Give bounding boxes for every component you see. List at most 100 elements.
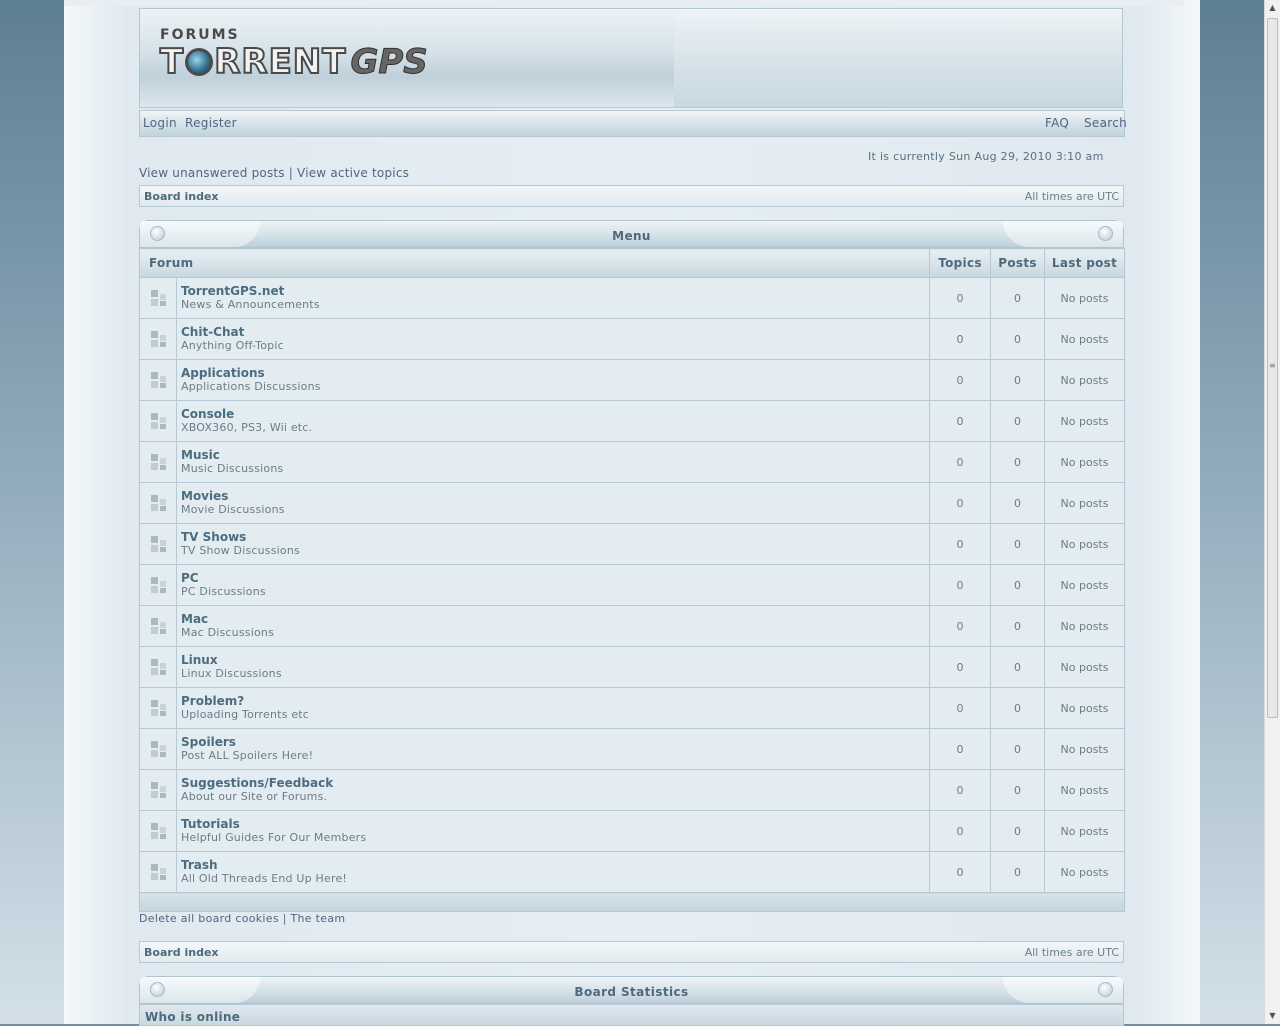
forum-info: Linux Linux Discussions bbox=[176, 646, 930, 688]
site-header: FORUMS T RRENT GPS bbox=[139, 8, 1123, 108]
forum-row: Mac Mac Discussions 0 0 No posts bbox=[139, 605, 1125, 647]
forum-posts-count: 0 bbox=[990, 400, 1045, 442]
forum-posts-count: 0 bbox=[990, 564, 1045, 606]
timezone-note-bottom: All times are UTC bbox=[1024, 946, 1119, 959]
board-index-link-bottom[interactable]: Board index bbox=[144, 946, 219, 959]
forum-title-link[interactable]: PC bbox=[181, 571, 929, 585]
forum-info: TorrentGPS.net News & Announcements bbox=[176, 277, 930, 319]
col-last-post: Last post bbox=[1044, 248, 1125, 278]
forum-topics-count: 0 bbox=[929, 400, 991, 442]
forum-title-link[interactable]: Mac bbox=[181, 612, 929, 626]
forum-read-icon bbox=[151, 577, 167, 593]
forum-title-link[interactable]: TV Shows bbox=[181, 530, 929, 544]
forum-description: Helpful Guides For Our Members bbox=[181, 831, 367, 844]
forum-icon-cell bbox=[139, 646, 177, 688]
quicklinks-separator: | bbox=[288, 166, 294, 180]
forum-last-post: No posts bbox=[1044, 441, 1125, 483]
forum-info: Mac Mac Discussions bbox=[176, 605, 930, 647]
unanswered-posts-link[interactable]: View unanswered posts bbox=[139, 166, 285, 180]
forum-info: Tutorials Helpful Guides For Our Members bbox=[176, 810, 930, 852]
forum-description: News & Announcements bbox=[181, 298, 320, 311]
forum-title-link[interactable]: Problem? bbox=[181, 694, 929, 708]
forum-info: Problem? Uploading Torrents etc bbox=[176, 687, 930, 729]
forum-last-post: No posts bbox=[1044, 687, 1125, 729]
forum-icon-cell bbox=[139, 605, 177, 647]
stats-header: Board Statistics bbox=[139, 976, 1124, 1004]
forum-info: TV Shows TV Show Discussions bbox=[176, 523, 930, 565]
forum-title-link[interactable]: Trash bbox=[181, 858, 929, 872]
register-link[interactable]: Register bbox=[185, 116, 237, 130]
scrollbar-thumb[interactable]: ≡ bbox=[1267, 18, 1278, 718]
faq-link[interactable]: FAQ bbox=[1045, 116, 1069, 130]
table-footer-bar bbox=[139, 892, 1125, 912]
forum-info: Music Music Discussions bbox=[176, 441, 930, 483]
forum-last-post: No posts bbox=[1044, 851, 1125, 893]
forum-icon-cell bbox=[139, 523, 177, 565]
search-link[interactable]: Search bbox=[1084, 116, 1127, 130]
forum-row: Console XBOX360, PS3, Wii etc. 0 0 No posts bbox=[139, 400, 1125, 442]
forum-info: Suggestions/Feedback About our Site or Fo… bbox=[176, 769, 930, 811]
timezone-note: All times are UTC bbox=[1024, 190, 1119, 203]
scroll-up-icon[interactable]: ▲ bbox=[1266, 0, 1279, 16]
forum-description: PC Discussions bbox=[181, 585, 266, 598]
forum-title-link[interactable]: Spoilers bbox=[181, 735, 929, 749]
header-banner bbox=[674, 9, 1122, 107]
forum-row: Suggestions/Feedback About our Site or Fo… bbox=[139, 769, 1125, 811]
forum-topics-count: 0 bbox=[929, 851, 991, 893]
forum-icon-cell bbox=[139, 441, 177, 483]
delete-cookies-link[interactable]: Delete all board cookies bbox=[139, 912, 279, 925]
forum-row: TorrentGPS.net News & Announcements 0 0 No p… bbox=[139, 277, 1125, 319]
forum-topics-count: 0 bbox=[929, 769, 991, 811]
scroll-down-icon[interactable]: ▼ bbox=[1266, 1008, 1279, 1024]
breadcrumb: Board index All times are UTC bbox=[139, 185, 1124, 207]
navbar: Login Register FAQ Search bbox=[139, 110, 1127, 137]
forum-row: Tutorials Helpful Guides For Our Members 0… bbox=[139, 810, 1125, 852]
forum-posts-count: 0 bbox=[990, 277, 1045, 319]
forum-topics-count: 0 bbox=[929, 277, 991, 319]
stats-title: Board Statistics bbox=[574, 985, 689, 999]
forum-title-link[interactable]: Music bbox=[181, 448, 929, 462]
forum-topics-count: 0 bbox=[929, 687, 991, 729]
who-is-online-heading: Who is online bbox=[139, 1004, 1124, 1026]
forum-topics-count: 0 bbox=[929, 728, 991, 770]
forum-info: Movies Movie Discussions bbox=[176, 482, 930, 524]
forum-last-post: No posts bbox=[1044, 646, 1125, 688]
forum-title-link[interactable]: Suggestions/Feedback bbox=[181, 776, 929, 790]
login-link[interactable]: Login bbox=[143, 116, 177, 130]
forum-title-link[interactable]: Tutorials bbox=[181, 817, 929, 831]
quick-links: View unanswered posts | View active topi… bbox=[139, 166, 409, 180]
forum-description: Uploading Torrents etc bbox=[181, 708, 310, 721]
forum-posts-count: 0 bbox=[990, 441, 1045, 483]
forum-read-icon bbox=[151, 536, 167, 552]
forum-icon-cell bbox=[139, 769, 177, 811]
forum-read-icon bbox=[151, 782, 167, 798]
forum-description: Post ALL Spoilers Here! bbox=[181, 749, 314, 762]
forum-last-post: No posts bbox=[1044, 769, 1125, 811]
forum-posts-count: 0 bbox=[990, 769, 1045, 811]
grip-icon: ≡ bbox=[1269, 361, 1276, 370]
forum-topics-count: 0 bbox=[929, 359, 991, 401]
forum-icon-cell bbox=[139, 851, 177, 893]
site-logo[interactable]: FORUMS T RRENT GPS bbox=[159, 27, 428, 82]
forum-title-link[interactable]: Linux bbox=[181, 653, 929, 667]
forum-title-link[interactable]: TorrentGPS.net bbox=[181, 284, 929, 298]
forum-title-link[interactable]: Applications bbox=[181, 366, 929, 380]
forum-title-link[interactable]: Console bbox=[181, 407, 929, 421]
forum-icon-cell bbox=[139, 318, 177, 360]
forum-last-post: No posts bbox=[1044, 523, 1125, 565]
forum-topics-count: 0 bbox=[929, 318, 991, 360]
forum-description: XBOX360, PS3, Wii etc. bbox=[181, 421, 313, 434]
active-topics-link[interactable]: View active topics bbox=[297, 166, 409, 180]
forum-row: Problem? Uploading Torrents etc 0 0 No posts bbox=[139, 687, 1125, 729]
forum-row: TV Shows TV Show Discussions 0 0 No posts bbox=[139, 523, 1125, 565]
team-link[interactable]: The team bbox=[291, 912, 346, 925]
logo-forums-text: FORUMS bbox=[160, 27, 240, 43]
forum-read-icon bbox=[151, 618, 167, 634]
board-index-link[interactable]: Board index bbox=[144, 190, 219, 203]
vertical-scrollbar[interactable]: ▲ ≡ ▼ bbox=[1264, 0, 1280, 1024]
forum-info: Applications Applications Discussions bbox=[176, 359, 930, 401]
forum-icon-cell bbox=[139, 810, 177, 852]
forum-title-link[interactable]: Movies bbox=[181, 489, 929, 503]
forum-icon-cell bbox=[139, 359, 177, 401]
forum-title-link[interactable]: Chit-Chat bbox=[181, 325, 929, 339]
